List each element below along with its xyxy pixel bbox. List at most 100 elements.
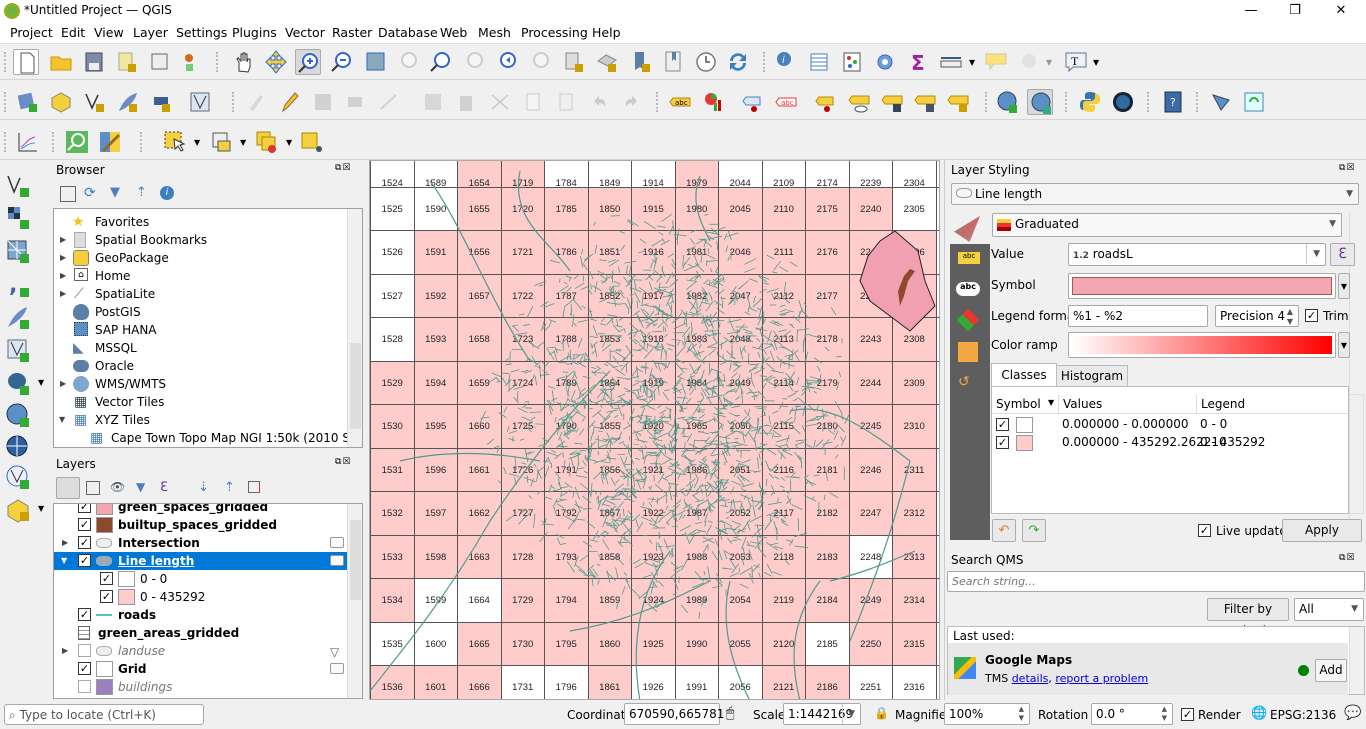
add-group-icon[interactable] <box>86 481 100 495</box>
browser-item-oracle[interactable]: Oracle <box>54 357 344 375</box>
new-virtual-layer-icon[interactable] <box>148 89 174 115</box>
column-symbol[interactable]: Symbol <box>996 397 1041 411</box>
paste-features-icon[interactable] <box>553 89 579 115</box>
search-qms-float-close[interactable]: ⧉☒ <box>1339 553 1363 565</box>
color-ramp-button[interactable] <box>1068 332 1336 358</box>
select-features-icon[interactable] <box>162 129 188 155</box>
filter-expression-icon[interactable]: ℇ <box>160 480 168 495</box>
layer-item[interactable]: ✓ 0 - 0 <box>54 570 348 588</box>
undo-button[interactable]: ↶ <box>992 519 1016 542</box>
label-toolbar-icon[interactable]: abc <box>667 89 693 115</box>
select-value-dropdown-icon[interactable]: ▼ <box>240 138 246 147</box>
layer-styling-float-close[interactable]: ⧉☒ <box>1339 163 1363 175</box>
layer-item[interactable]: ✓ green_spaces_gridded <box>54 504 348 516</box>
layer-selector[interactable]: Line length ▼ <box>951 183 1359 205</box>
annotation-dropdown-icon[interactable]: ▼ <box>1093 58 1099 67</box>
class-symbol-swatch[interactable] <box>1016 417 1033 433</box>
add-raster-layer-icon[interactable] <box>5 204 33 232</box>
locator-search[interactable]: ⌕ Type to locate (Ctrl+K) <box>4 704 204 725</box>
magnifier-spinbox[interactable]: 100% ▲ ▼ <box>944 703 1030 725</box>
map-tips-icon[interactable] <box>983 49 1009 75</box>
mouse-coordinate-toggle-icon[interactable]: 🖱 <box>726 705 734 721</box>
open-project-icon[interactable] <box>48 49 74 75</box>
qms-filter-select[interactable]: All ▼ <box>1294 598 1364 621</box>
class-checkbox[interactable]: ✓ <box>996 418 1009 431</box>
qms-scrollbar[interactable] <box>1349 627 1364 694</box>
new-project-icon[interactable] <box>13 49 39 75</box>
expand-arrow-icon[interactable]: ▶ <box>62 642 68 660</box>
menu-help[interactable]: Help <box>592 25 621 40</box>
refresh-table-icon[interactable] <box>1241 89 1267 115</box>
filter-icon[interactable]: ▽ <box>330 643 346 659</box>
filter-browser-icon[interactable]: ▼ <box>110 185 120 200</box>
menu-edit[interactable]: Edit <box>61 25 85 40</box>
deselect-dropdown-icon[interactable]: ▼ <box>286 138 292 147</box>
spin-arrows-icon[interactable]: ▲ ▼ <box>1287 307 1293 327</box>
crs-globe-icon[interactable]: 🌐 <box>1251 706 1267 721</box>
field-calculator-icon[interactable] <box>839 49 865 75</box>
layer-visibility-checkbox[interactable]: ✓ <box>78 518 91 531</box>
add-vector-layer-icon[interactable] <box>5 172 33 200</box>
actions-dropdown-icon[interactable]: ▼ <box>1046 58 1052 67</box>
add-selected-layers-icon[interactable] <box>60 186 76 202</box>
browser-scrollbar[interactable] <box>347 209 362 447</box>
redo-button[interactable]: ↷ <box>1022 519 1046 542</box>
new-print-layout-icon[interactable] <box>114 49 140 75</box>
close-button[interactable]: ✕ <box>1318 0 1364 22</box>
add-virtual-layer-icon[interactable] <box>5 337 33 365</box>
browser-item-sap-hana[interactable]: SAP HANA <box>54 321 344 339</box>
layout-manager-icon[interactable] <box>147 49 173 75</box>
add-wfs-layer-icon[interactable] <box>5 434 33 462</box>
new-3d-view-icon[interactable] <box>594 49 620 75</box>
menu-raster[interactable]: Raster <box>332 25 372 40</box>
editing-badge-icon[interactable] <box>330 537 344 548</box>
select-dropdown-icon[interactable]: ▼ <box>194 138 200 147</box>
masks-tab-icon[interactable]: abc <box>956 282 980 296</box>
paintbrush-icon[interactable] <box>954 216 980 242</box>
expand-arrow-icon[interactable]: ▶ <box>60 249 66 267</box>
new-spatialite-layer-icon[interactable] <box>115 89 141 115</box>
map-canvas[interactable]: 2323232323232323232323232323162315231423… <box>369 160 940 700</box>
column-values[interactable]: Values <box>1058 395 1102 414</box>
layer-visibility-checkbox[interactable]: ✓ <box>78 536 91 549</box>
report-problem-link[interactable]: report a problem <box>1055 672 1148 685</box>
precision-spinbox[interactable]: Precision 4 ▲ ▼ <box>1215 305 1299 327</box>
collapse-arrow-icon[interactable]: ▼ <box>59 411 65 429</box>
data-source-manager-icon[interactable] <box>15 89 41 115</box>
copy-features-icon[interactable] <box>520 89 546 115</box>
python-console-icon[interactable] <box>1077 89 1103 115</box>
add-delimited-text-icon[interactable]: , <box>5 272 33 300</box>
browser-item-spatialite[interactable]: ▶ ⟋ SpatiaLite <box>54 285 344 303</box>
class-row[interactable]: ✓ 0.000000 - 0.000000 0 - 0 <box>992 416 1348 434</box>
layer-item[interactable]: ✓ roads <box>54 606 348 624</box>
new-bookmark-icon[interactable] <box>628 49 654 75</box>
browser-item-postgis[interactable]: PostGIS <box>54 303 344 321</box>
pan-hand-icon[interactable] <box>230 49 256 75</box>
layer-item[interactable]: ✓ builtup_spaces_gridded <box>54 516 348 534</box>
layer-item[interactable]: ▶ landuse ▽ <box>54 642 348 660</box>
live-update-checkbox[interactable]: ✓ <box>1198 524 1211 537</box>
browser-item-wms-wmts[interactable]: ▶ WMS/WMTS <box>54 375 344 393</box>
filter-by-extent-button[interactable]: Filter by extent <box>1207 598 1289 637</box>
browser-panel-float-close[interactable]: ⧉☒ <box>335 163 359 175</box>
tab-histogram[interactable]: Histogram <box>1056 365 1128 387</box>
menu-layer[interactable]: Layer <box>133 25 168 40</box>
apply-button[interactable]: Apply <box>1282 519 1362 542</box>
browser-item-home[interactable]: ▶ ⌂ Home <box>54 267 344 285</box>
expand-all-icon[interactable]: ⇣ <box>198 480 209 495</box>
menu-settings[interactable]: Settings <box>176 25 227 40</box>
expand-arrow-icon[interactable]: ▶ <box>60 285 66 303</box>
add-db-dropdown-icon[interactable]: ▼ <box>38 378 44 387</box>
layer-item[interactable]: ▶ ✓ Intersection <box>54 534 348 552</box>
zoom-next-icon[interactable] <box>527 49 553 75</box>
labels-tab-icon[interactable]: abc <box>958 252 980 264</box>
modify-attributes-icon[interactable] <box>420 89 446 115</box>
statistical-summary-icon[interactable]: Σ <box>905 49 931 75</box>
layer-item[interactable]: buildings <box>54 678 348 696</box>
legend-format-input[interactable]: %1 - %2 <box>1068 305 1208 327</box>
change-label-icon[interactable] <box>945 89 971 115</box>
qms-search-input[interactable] <box>947 571 1365 592</box>
expand-arrow-icon[interactable]: ▶ <box>60 375 66 393</box>
layer-visibility-checkbox[interactable] <box>78 644 91 657</box>
move-label-icon[interactable] <box>879 89 905 115</box>
